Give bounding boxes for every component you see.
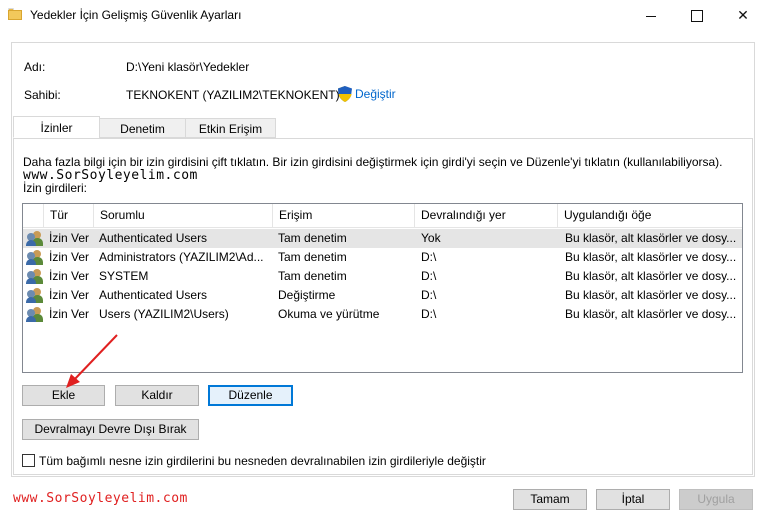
change-owner-link[interactable]: Değiştir <box>355 87 396 101</box>
table-row[interactable]: İzin Ver Authenticated Users Değiştirme … <box>23 286 742 305</box>
add-button[interactable]: Ekle <box>22 385 105 406</box>
cell-access: Tam denetim <box>278 231 347 245</box>
maximize-button[interactable] <box>674 0 720 30</box>
cell-access: Okuma ve yürütme <box>278 307 380 321</box>
column-header-principal[interactable]: Sorumlu <box>94 204 273 227</box>
users-icon <box>26 231 43 246</box>
uac-shield-icon <box>338 86 352 102</box>
table-row[interactable]: İzin Ver Administrators (YAZILIM2\Ad... … <box>23 248 742 267</box>
cell-applies-to: Bu klasör, alt klasörler ve dosy... <box>565 250 737 264</box>
ok-button[interactable]: Tamam <box>513 489 587 510</box>
cell-principal: Users (YAZILIM2\Users) <box>99 307 229 321</box>
name-value: D:\Yeni klasör\Yedekler <box>126 60 250 74</box>
cell-inherited-from: D:\ <box>421 307 437 321</box>
cell-type: İzin Ver <box>49 269 90 283</box>
replace-child-permissions-checkbox[interactable] <box>22 454 35 467</box>
tab-auditing[interactable]: Denetim <box>99 118 186 138</box>
owner-label: Sahibi: <box>24 88 61 102</box>
maximize-icon <box>691 10 703 23</box>
cell-access: Tam denetim <box>278 250 347 264</box>
edit-button[interactable]: Düzenle <box>208 385 293 406</box>
list-header: Tür Sorumlu Erişim Devralındığı yer Uygu… <box>23 204 742 228</box>
permission-entries-list[interactable]: Tür Sorumlu Erişim Devralındığı yer Uygu… <box>22 203 743 373</box>
entries-label: İzin girdileri: <box>23 181 88 195</box>
column-header-applies-to[interactable]: Uygulandığı öğe <box>558 204 742 227</box>
cancel-button[interactable]: İptal <box>596 489 670 510</box>
column-header-icon <box>23 204 44 227</box>
column-header-access[interactable]: Erişim <box>273 204 415 227</box>
close-icon: ✕ <box>737 7 749 23</box>
cell-inherited-from: D:\ <box>421 269 437 283</box>
owner-value: TEKNOKENT (YAZILIM2\TEKNOKENT) <box>126 88 340 102</box>
cell-type: İzin Ver <box>49 288 90 302</box>
users-icon <box>26 288 43 303</box>
cell-applies-to: Bu klasör, alt klasörler ve dosy... <box>565 231 737 245</box>
column-header-inherited-from[interactable]: Devralındığı yer <box>415 204 558 227</box>
name-label: Adı: <box>24 60 46 74</box>
column-header-type[interactable]: Tür <box>44 204 94 227</box>
cell-inherited-from: Yok <box>421 231 441 245</box>
cell-type: İzin Ver <box>49 250 90 264</box>
minimize-button[interactable] <box>628 0 674 30</box>
cell-principal: Administrators (YAZILIM2\Ad... <box>99 250 264 264</box>
cell-applies-to: Bu klasör, alt klasörler ve dosy... <box>565 288 737 302</box>
tab-effective-access[interactable]: Etkin Erişim <box>185 118 276 138</box>
cell-type: İzin Ver <box>49 307 90 321</box>
users-icon <box>26 307 43 322</box>
table-row[interactable]: İzin Ver Authenticated Users Tam denetim… <box>23 229 742 248</box>
cell-type: İzin Ver <box>49 231 90 245</box>
cell-principal: Authenticated Users <box>99 231 208 245</box>
tab-permissions[interactable]: İzinler <box>13 116 100 138</box>
users-icon <box>26 250 43 265</box>
users-icon <box>26 269 43 284</box>
title-bar: Yedekler İçin Gelişmiş Güvenlik Ayarları… <box>0 0 766 30</box>
cell-inherited-from: D:\ <box>421 288 437 302</box>
minimize-icon <box>646 15 656 17</box>
disable-inheritance-button[interactable]: Devralmayı Devre Dışı Bırak <box>22 419 199 440</box>
watermark-bottom: www.SorSoyleyelim.com <box>13 491 188 506</box>
cell-applies-to: Bu klasör, alt klasörler ve dosy... <box>565 269 737 283</box>
permissions-description: Daha fazla bilgi için bir izin girdisini… <box>23 155 723 169</box>
cell-access: Değiştirme <box>278 288 336 302</box>
replace-child-permissions-label: Tüm bağımlı nesne izin girdilerini bu ne… <box>39 454 486 468</box>
folder-icon <box>8 8 22 20</box>
remove-button[interactable]: Kaldır <box>115 385 199 406</box>
apply-button[interactable]: Uygula <box>679 489 753 510</box>
cell-principal: SYSTEM <box>99 269 149 283</box>
table-row[interactable]: İzin Ver Users (YAZILIM2\Users) Okuma ve… <box>23 305 742 324</box>
cell-access: Tam denetim <box>278 269 347 283</box>
table-row[interactable]: İzin Ver SYSTEM Tam denetim D:\ Bu klasö… <box>23 267 742 286</box>
window-title: Yedekler İçin Gelişmiş Güvenlik Ayarları <box>30 8 242 22</box>
close-button[interactable]: ✕ <box>720 0 766 30</box>
cell-principal: Authenticated Users <box>99 288 208 302</box>
cell-applies-to: Bu klasör, alt klasörler ve dosy... <box>565 307 737 321</box>
cell-inherited-from: D:\ <box>421 250 437 264</box>
